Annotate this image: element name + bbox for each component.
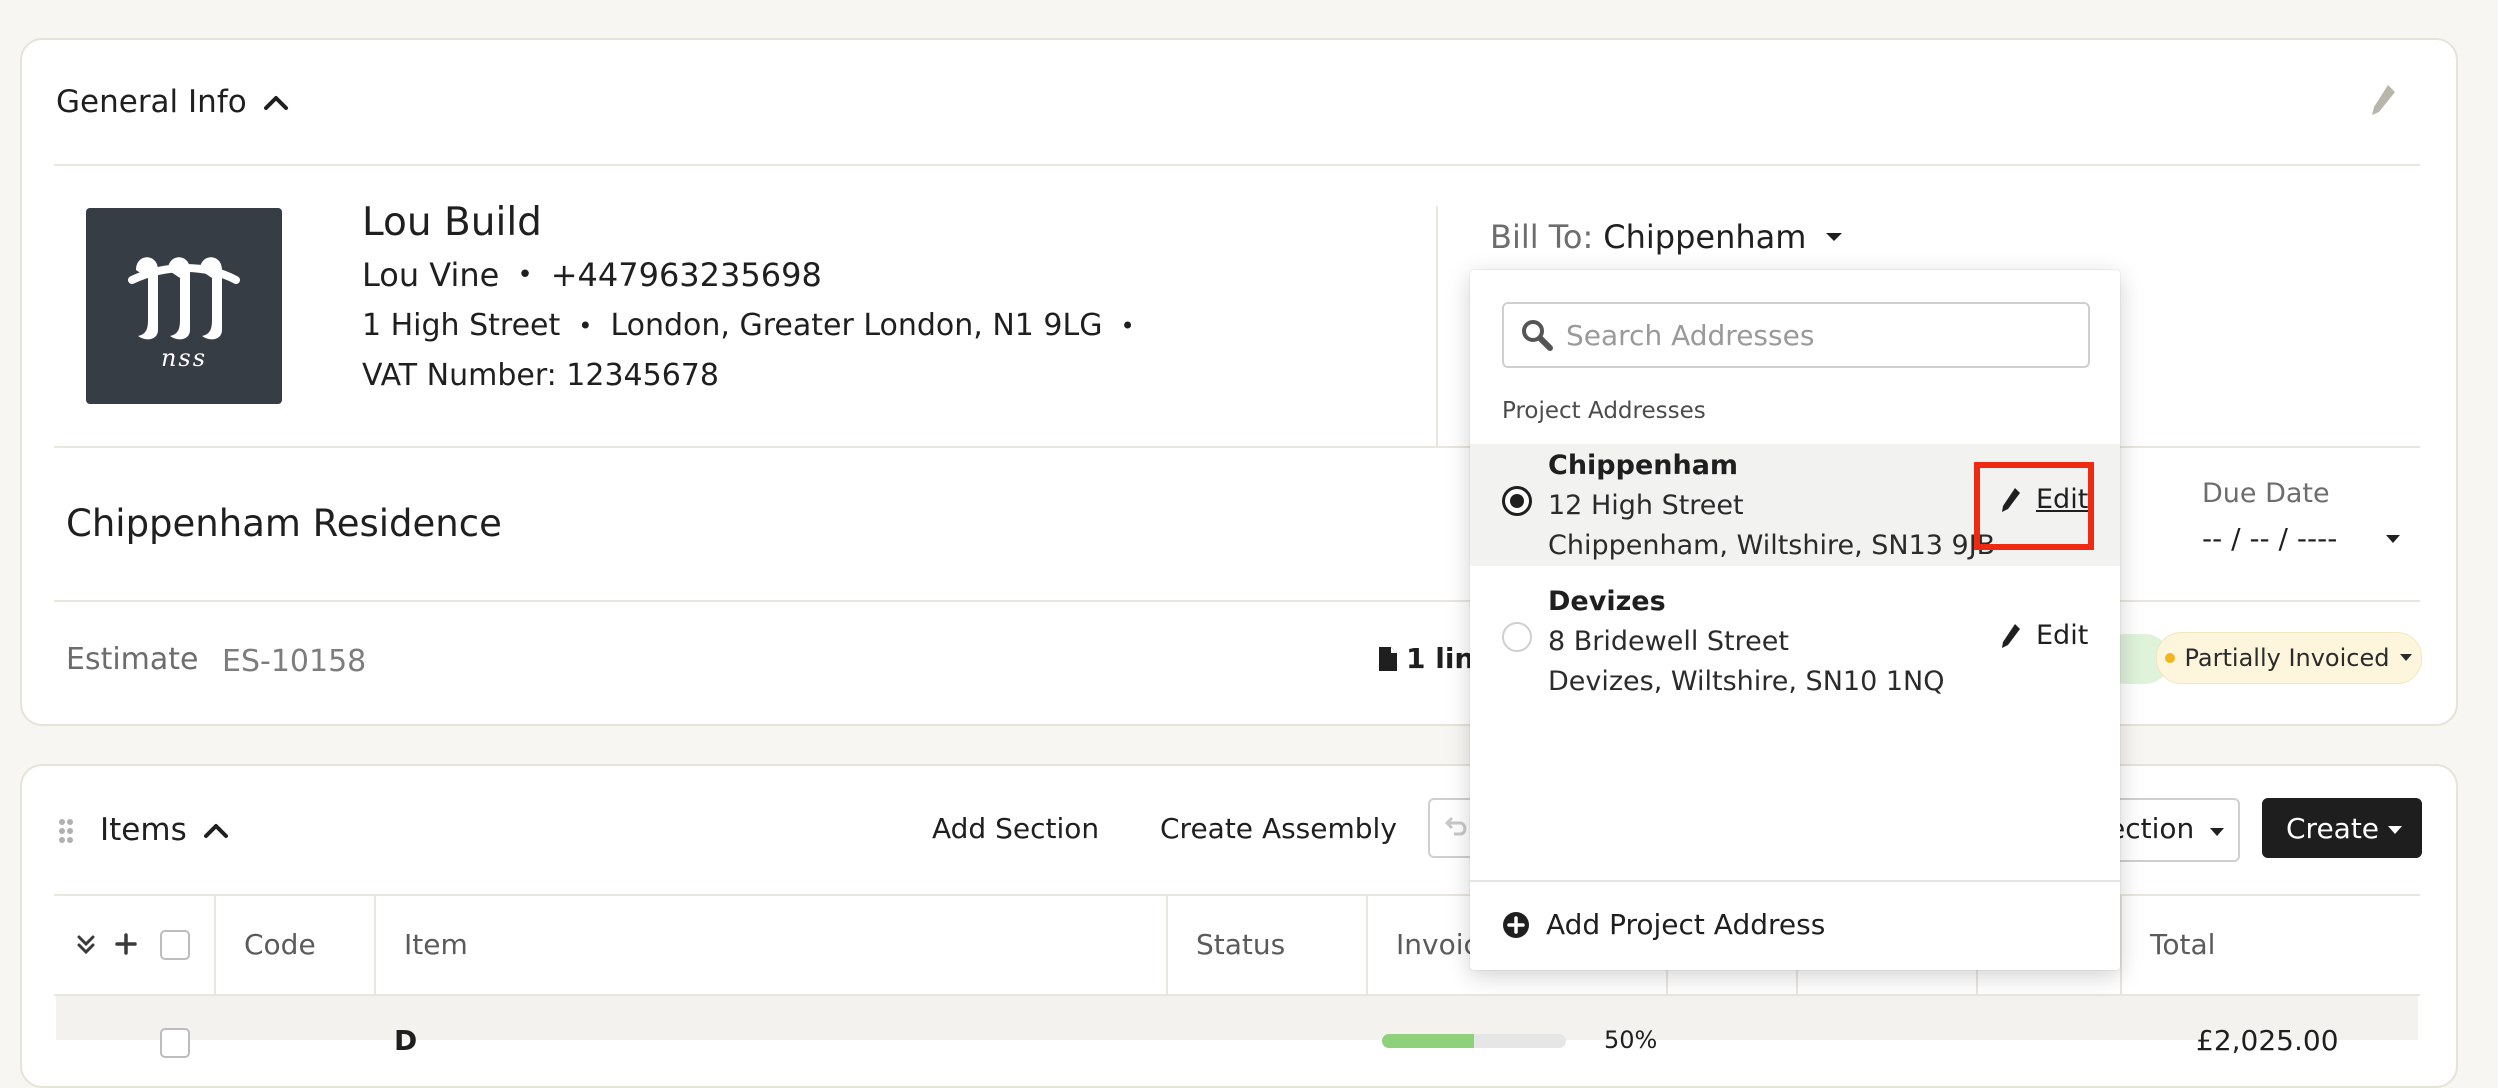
- address-radio[interactable]: [1502, 622, 1532, 652]
- undo-icon: [1444, 814, 1470, 838]
- collapse-all-icon[interactable]: [76, 934, 96, 956]
- items-toggle[interactable]: Items: [100, 810, 229, 850]
- address-option-devizes[interactable]: Devizes 8 Bridewell Street Devizes, Wilt…: [1470, 580, 2120, 702]
- section-button-label: ection: [2108, 812, 2195, 845]
- due-date-picker[interactable]: -- / -- / ----: [2202, 522, 2402, 555]
- address-line1: 12 High Street: [1548, 490, 1744, 521]
- project-addresses-label: Project Addresses: [1502, 398, 1706, 424]
- contact-name: Lou Vine: [362, 256, 500, 294]
- add-row-icon[interactable]: [114, 932, 138, 956]
- address-line2: Chippenham, Wiltshire, SN13 9JB: [1548, 530, 1996, 561]
- document-icon: [1378, 646, 1398, 672]
- column-header-total: Total: [2150, 928, 2216, 961]
- address-search-box[interactable]: [1502, 302, 2090, 368]
- address-name: Devizes: [1548, 586, 1666, 617]
- address-street: 1 High Street: [362, 308, 561, 343]
- address-search-input[interactable]: [1564, 312, 2078, 358]
- address-line1: 8 Bridewell Street: [1548, 626, 1789, 657]
- progress-text: 50%: [1604, 1026, 1658, 1054]
- caret-down-icon: [2399, 653, 2413, 663]
- section-dropdown-button[interactable]: ection: [2100, 798, 2240, 862]
- row-item-name: D: [394, 1024, 418, 1057]
- due-date-label: Due Date: [2202, 478, 2330, 509]
- column-header-invoiced: Invoic: [1396, 928, 1479, 961]
- progress-fill: [1382, 1034, 1474, 1048]
- chevron-up-icon: [203, 821, 229, 839]
- select-all-checkbox[interactable]: [160, 930, 190, 960]
- bill-to-value: Chippenham: [1603, 218, 1807, 256]
- general-info-toggle[interactable]: General Info: [56, 82, 289, 122]
- add-section-button[interactable]: Add Section: [932, 812, 1099, 845]
- address-radio-selected[interactable]: [1502, 486, 1532, 516]
- separator-dot: •: [517, 260, 533, 290]
- address-dropdown: Project Addresses Chippenham 12 High Str…: [1470, 270, 2120, 970]
- bill-to-label: Bill To:: [1490, 218, 1594, 256]
- general-info-edit-button[interactable]: [2368, 82, 2398, 118]
- company-address: 1 High Street • London, Greater London, …: [362, 308, 1135, 343]
- project-title: Chippenham Residence: [66, 502, 502, 545]
- drag-handle-icon[interactable]: [58, 818, 74, 844]
- radio-dot: [1510, 494, 1524, 508]
- create-assembly-button[interactable]: Create Assembly: [1160, 812, 1397, 845]
- column-header-item: Item: [404, 928, 468, 961]
- row-checkbox[interactable]: [160, 1028, 190, 1058]
- column-header-status: Status: [1196, 928, 1286, 961]
- address-city: London, Greater London, N1 9LG: [610, 308, 1103, 343]
- status-badge-label: Partially Invoiced: [2184, 644, 2390, 672]
- pencil-icon: [2368, 82, 2398, 118]
- status-badge[interactable]: Partially Invoiced: [2156, 632, 2422, 684]
- progress-bar: [1382, 1034, 1566, 1048]
- add-project-address-label: Add Project Address: [1546, 908, 1826, 941]
- bill-to-dropdown[interactable]: Bill To: Chippenham: [1490, 218, 1844, 256]
- vertical-divider: [1436, 206, 1438, 446]
- separator-dot: •: [578, 311, 593, 340]
- pencil-icon: [2000, 622, 2022, 650]
- plus-circle-icon: [1502, 911, 1530, 939]
- search-icon: [1520, 318, 1554, 352]
- separator-dot: •: [1120, 311, 1135, 340]
- address-line2: Devizes, Wiltshire, SN10 1NQ: [1548, 666, 1945, 697]
- divider: [54, 164, 2420, 166]
- create-button-label: Create: [2286, 812, 2380, 845]
- company-vat: VAT Number: 12345678: [362, 358, 719, 393]
- column-header-code: Code: [244, 928, 316, 961]
- company-logo: nss: [86, 208, 282, 404]
- row-total: £2,025.00: [2196, 1024, 2339, 1057]
- estimate-number: ES-10158: [222, 644, 367, 679]
- general-info-title: General Info: [56, 84, 247, 120]
- edit-label: Edit: [2036, 620, 2089, 651]
- caret-down-icon: [2208, 826, 2226, 838]
- create-button[interactable]: Create: [2262, 798, 2422, 858]
- company-contact: Lou Vine • +447963235698: [362, 256, 822, 294]
- add-project-address-button[interactable]: Add Project Address: [1502, 908, 1825, 941]
- address-name: Chippenham: [1548, 450, 1739, 481]
- contact-phone: +447963235698: [550, 256, 822, 294]
- logo-mark-icon: [128, 257, 240, 340]
- due-date-value: -- / -- / ----: [2202, 522, 2338, 555]
- caret-down-icon: [2384, 533, 2402, 545]
- edit-address-button[interactable]: Edit: [2000, 620, 2088, 651]
- highlight-box: [1974, 462, 2094, 550]
- estimate-label: Estimate: [66, 642, 199, 677]
- status-dot-icon: [2164, 653, 2175, 663]
- dropdown-divider: [1470, 880, 2120, 882]
- caret-down-icon: [2386, 824, 2404, 836]
- chevron-up-icon: [263, 93, 289, 111]
- company-name: Lou Build: [362, 200, 542, 245]
- caret-down-icon: [1824, 231, 1844, 243]
- items-title: Items: [100, 812, 187, 848]
- logo-text: nss: [160, 344, 208, 372]
